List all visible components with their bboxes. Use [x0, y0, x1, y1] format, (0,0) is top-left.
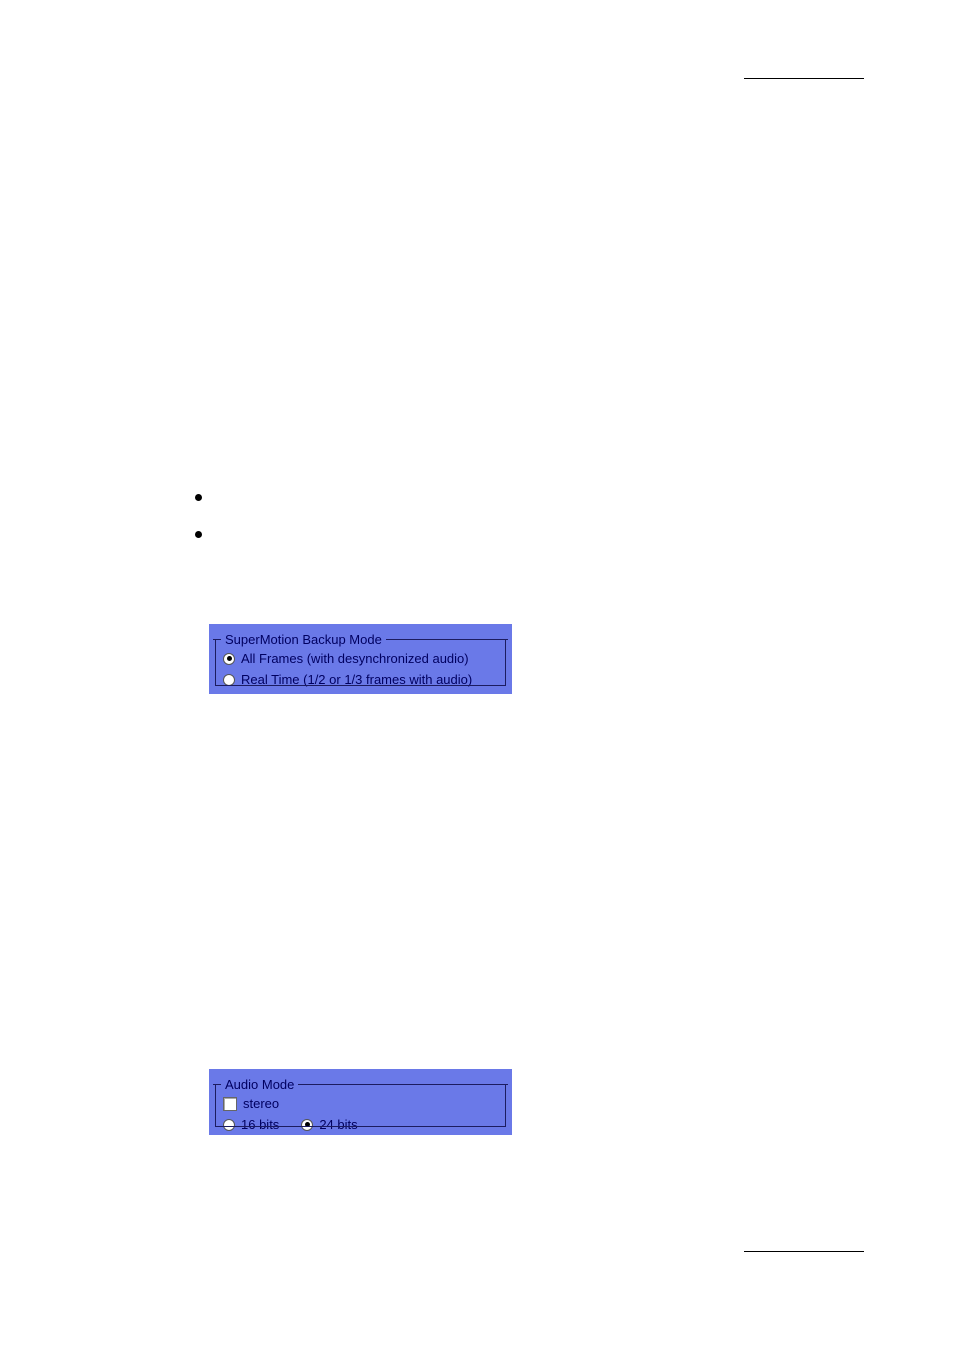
bullet-list [195, 494, 202, 568]
footer-underline [744, 1251, 864, 1252]
radio-icon[interactable] [223, 674, 235, 686]
supermotion-option-allframes[interactable]: All Frames (with desynchronized audio) [223, 651, 502, 666]
audio-groupbox: Audio Mode stereo 16 bits [209, 1069, 512, 1135]
bullet-icon [195, 494, 202, 501]
bullet-icon [195, 531, 202, 538]
document-page: SuperMotion Backup Mode All Frames (with… [0, 0, 954, 1350]
radio-icon[interactable] [223, 1119, 235, 1131]
supermotion-groupbox: SuperMotion Backup Mode All Frames (with… [209, 624, 512, 694]
audio-bits24-option[interactable]: 24 bits [301, 1117, 357, 1132]
checkbox-label: stereo [243, 1096, 279, 1111]
option-label: 24 bits [319, 1117, 357, 1132]
audio-legend: Audio Mode [225, 1077, 294, 1092]
option-label: All Frames (with desynchronized audio) [241, 651, 469, 666]
audio-bits16-option[interactable]: 16 bits [223, 1117, 279, 1132]
audio-stereo-checkbox[interactable]: stereo [223, 1096, 502, 1111]
radio-icon[interactable] [223, 653, 235, 665]
header-underline [744, 78, 864, 79]
radio-icon[interactable] [301, 1119, 313, 1131]
checkbox-icon[interactable] [223, 1097, 237, 1111]
option-label: 16 bits [241, 1117, 279, 1132]
supermotion-legend: SuperMotion Backup Mode [225, 632, 382, 647]
